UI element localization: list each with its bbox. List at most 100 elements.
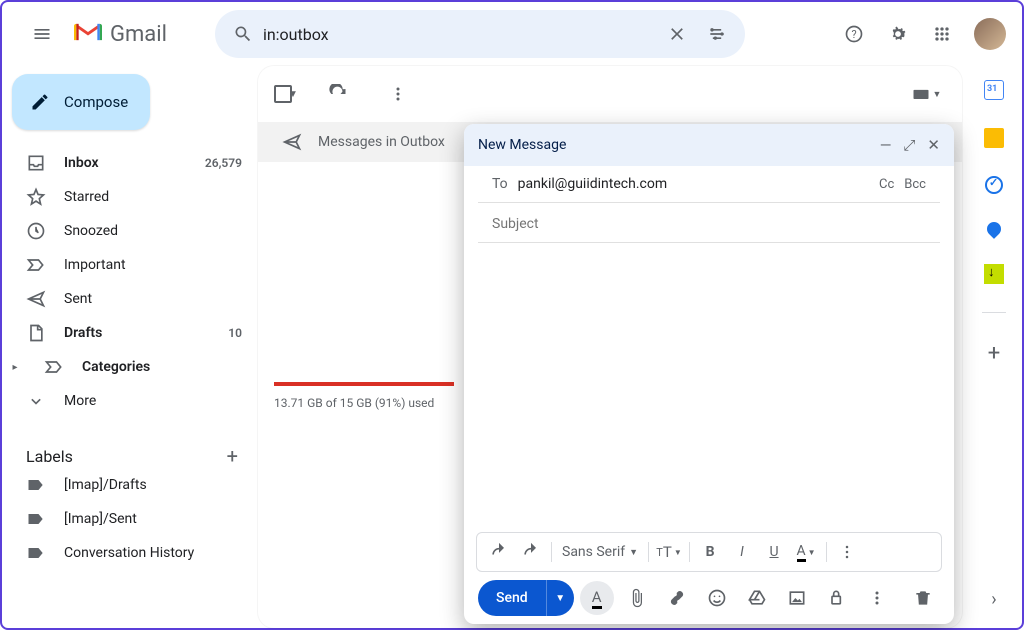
insert-photo-button[interactable]	[780, 581, 814, 615]
app-header: Gmail ?	[2, 2, 1022, 66]
sidebar-item-snoozed[interactable]: Snoozed	[2, 214, 258, 248]
emoji-icon	[707, 588, 727, 608]
search-bar[interactable]	[215, 10, 745, 58]
draft-icon	[26, 323, 46, 343]
send-options-button[interactable]: ▼	[546, 580, 574, 616]
chevron-down-icon	[26, 391, 46, 411]
subject-input[interactable]	[492, 216, 926, 232]
sidebar-item-important[interactable]: Important	[2, 248, 258, 282]
compose-header[interactable]: New Message — ⤢ ✕	[464, 124, 954, 166]
more-actions-button[interactable]	[378, 74, 418, 114]
insert-drive-button[interactable]	[740, 581, 774, 615]
bold-button[interactable]: B	[696, 538, 724, 566]
sidebar-item-more[interactable]: More	[2, 384, 258, 418]
subject-row[interactable]	[478, 203, 940, 243]
pencil-icon	[30, 92, 50, 112]
support-button[interactable]: ?	[834, 14, 874, 54]
undo-icon	[489, 542, 509, 562]
tasks-app-icon[interactable]	[985, 176, 1003, 194]
send-button[interactable]: Send	[478, 580, 546, 616]
label-item[interactable]: [Imap]/Sent	[2, 502, 258, 536]
refresh-button[interactable]	[318, 74, 358, 114]
chevron-down-icon: ▼	[629, 547, 638, 558]
contacts-app-icon[interactable]	[984, 219, 1004, 239]
search-input[interactable]	[263, 25, 657, 44]
to-field-row[interactable]: To Cc Bcc	[478, 166, 940, 203]
chevron-down-icon: ▼	[288, 89, 298, 100]
sidebar: Compose Inbox26,579 Starred Snoozed Impo…	[2, 66, 258, 628]
minimize-button[interactable]: —	[880, 136, 892, 154]
side-panel: + ›	[966, 66, 1022, 628]
outbox-icon	[282, 132, 302, 152]
sidebar-item-inbox[interactable]: Inbox26,579	[2, 146, 258, 180]
addon-app-icon[interactable]	[984, 264, 1004, 284]
more-vert-icon	[837, 542, 857, 562]
keep-app-icon[interactable]	[984, 128, 1004, 148]
sidebar-item-drafts[interactable]: Drafts10	[2, 316, 258, 350]
text-color-button[interactable]: A▼	[792, 538, 820, 566]
formatting-toolbar: Sans Serif▼ TT▼ B I U A▼	[476, 532, 942, 572]
select-all-checkbox[interactable]: ▼	[274, 85, 298, 103]
label-icon	[26, 509, 46, 529]
add-label-button[interactable]: +	[227, 444, 238, 468]
apps-grid-icon	[932, 24, 952, 44]
get-addons-button[interactable]: +	[988, 341, 1000, 366]
link-icon	[667, 588, 687, 608]
account-avatar[interactable]	[974, 18, 1006, 50]
label-item[interactable]: Conversation History	[2, 536, 258, 570]
inbox-icon	[26, 153, 46, 173]
bcc-button[interactable]: Bcc	[904, 177, 926, 192]
send-toolbar: Send ▼ A	[464, 572, 954, 624]
collapse-panel-button[interactable]: ›	[991, 589, 996, 610]
main-menu-button[interactable]	[18, 10, 66, 58]
redo-button[interactable]	[517, 538, 545, 566]
search-options-button[interactable]	[697, 14, 737, 54]
font-family-select[interactable]: Sans Serif▼	[558, 544, 642, 560]
sidebar-item-sent[interactable]: Sent	[2, 282, 258, 316]
expand-arrow-icon[interactable]: ▸	[10, 362, 20, 373]
attach-file-button[interactable]	[620, 581, 654, 615]
more-options-button[interactable]	[860, 581, 894, 615]
search-icon[interactable]	[223, 14, 263, 54]
apps-button[interactable]	[922, 14, 962, 54]
chevron-down-icon: ▼	[555, 593, 565, 604]
insert-link-button[interactable]	[660, 581, 694, 615]
fullscreen-button[interactable]: ⤢	[903, 136, 915, 154]
formatting-toggle-button[interactable]: A	[580, 581, 614, 615]
undo-button[interactable]	[485, 538, 513, 566]
cc-button[interactable]: Cc	[879, 177, 894, 192]
redo-icon	[521, 542, 541, 562]
settings-button[interactable]	[878, 14, 918, 54]
more-formatting-button[interactable]	[833, 538, 861, 566]
hamburger-icon	[32, 24, 52, 44]
labels-header: Labels +	[2, 444, 258, 468]
chevron-down-icon: ▼	[933, 89, 942, 100]
label-item[interactable]: [Imap]/Drafts	[2, 468, 258, 502]
sidebar-item-starred[interactable]: Starred	[2, 180, 258, 214]
confidential-mode-button[interactable]	[820, 581, 854, 615]
label-icon	[26, 475, 46, 495]
gmail-logo-text: Gmail	[110, 22, 167, 47]
close-button[interactable]: ✕	[927, 136, 940, 154]
send-icon	[26, 289, 46, 309]
insert-emoji-button[interactable]	[700, 581, 734, 615]
sidebar-item-categories[interactable]: Categories	[20, 350, 258, 384]
keyboard-icon	[911, 84, 931, 104]
input-tools-button[interactable]: ▼	[906, 74, 946, 114]
compose-body[interactable]	[464, 243, 954, 532]
compose-button[interactable]: Compose	[12, 74, 150, 130]
drive-icon	[747, 588, 767, 608]
discard-draft-button[interactable]	[906, 581, 940, 615]
gmail-logo[interactable]: Gmail	[74, 18, 167, 50]
label-icon	[26, 543, 46, 563]
svg-text:?: ?	[851, 28, 856, 41]
to-input[interactable]	[518, 176, 869, 192]
nav-list: Inbox26,579 Starred Snoozed Important Se…	[2, 146, 258, 418]
clear-search-button[interactable]	[657, 14, 697, 54]
underline-button[interactable]: U	[760, 538, 788, 566]
star-icon	[26, 187, 46, 207]
calendar-app-icon[interactable]	[984, 80, 1004, 100]
italic-button[interactable]: I	[728, 538, 756, 566]
important-icon	[26, 255, 46, 275]
font-size-button[interactable]: TT▼	[655, 538, 683, 566]
